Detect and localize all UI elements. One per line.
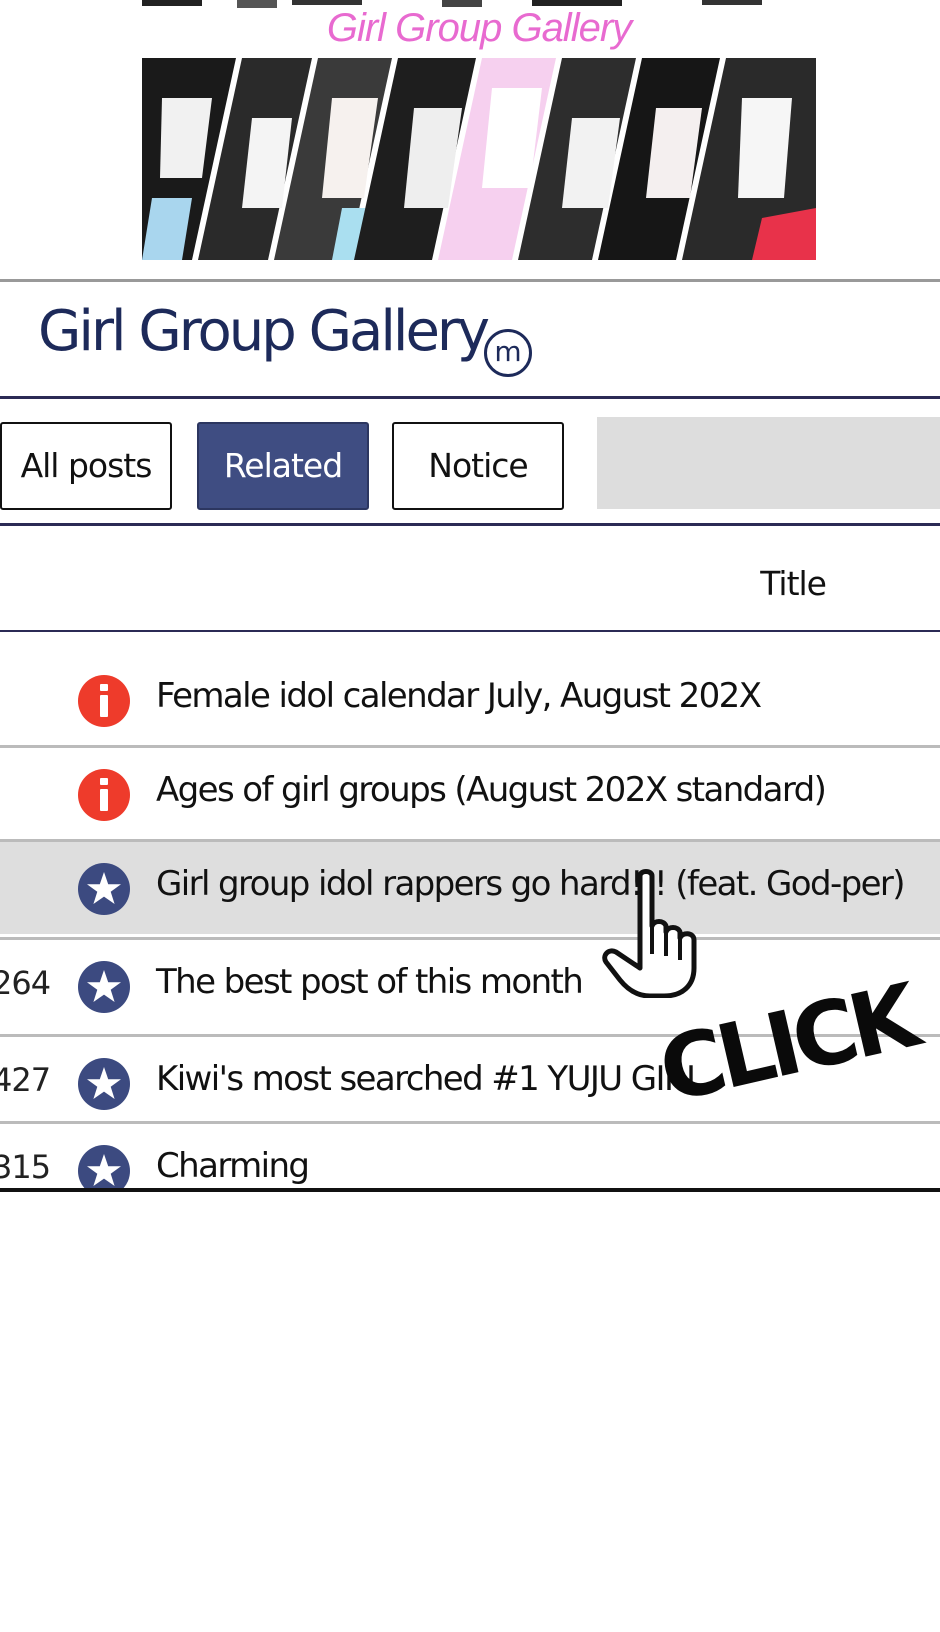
- table-row[interactable]: Female idol calendar July, August 202X: [0, 654, 940, 746]
- tab-notice[interactable]: Notice: [392, 422, 564, 510]
- table-row[interactable]: 315 Charming: [0, 1124, 940, 1188]
- column-header-title: Title: [760, 564, 827, 603]
- tab-all-posts[interactable]: All posts: [0, 422, 172, 510]
- header-divider: [0, 396, 940, 399]
- table-header-divider: [0, 630, 940, 632]
- gallery-banner: Girl Group Gallery: [142, 0, 816, 260]
- table-row[interactable]: Ages of girl groups (August 202X standar…: [0, 748, 940, 840]
- row-title[interactable]: Girl group idol rappers go hard!!! (feat…: [156, 864, 906, 904]
- table-row[interactable]: 264 The best post of this month: [0, 940, 940, 1032]
- row-number: 315: [0, 1148, 51, 1186]
- row-title[interactable]: Female idol calendar July, August 202X: [156, 676, 762, 716]
- tabs-divider: [0, 523, 940, 526]
- mobile-badge-icon: m: [484, 329, 532, 377]
- star-icon: [78, 863, 130, 915]
- table-row[interactable]: Girl group idol rappers go hard!!! (feat…: [0, 842, 940, 934]
- banner-title: Girl Group Gallery: [326, 6, 632, 50]
- info-icon: [78, 769, 130, 821]
- star-icon: [78, 1058, 130, 1110]
- row-title[interactable]: Kiwi's most searched #1 YUJU GIRL: [156, 1059, 705, 1099]
- row-number: 427: [0, 1061, 51, 1099]
- table-row[interactable]: 427 Kiwi's most searched #1 YUJU GIRL: [0, 1037, 940, 1122]
- banner-collage-image: [142, 58, 816, 260]
- info-icon: [78, 675, 130, 727]
- star-icon: [78, 961, 130, 1013]
- tab-bar-filler: [597, 417, 940, 509]
- row-title[interactable]: Ages of girl groups (August 202X standar…: [156, 770, 827, 810]
- banner-separator: [0, 279, 940, 282]
- table-bottom-border: [0, 1188, 940, 1192]
- tab-related[interactable]: Related: [197, 422, 369, 510]
- row-title[interactable]: Charming: [156, 1146, 310, 1186]
- row-title[interactable]: The best post of this month: [156, 962, 584, 1002]
- gallery-title[interactable]: Girl Group Gallery: [38, 304, 490, 360]
- star-icon: [78, 1145, 130, 1188]
- row-number: 264: [0, 964, 51, 1002]
